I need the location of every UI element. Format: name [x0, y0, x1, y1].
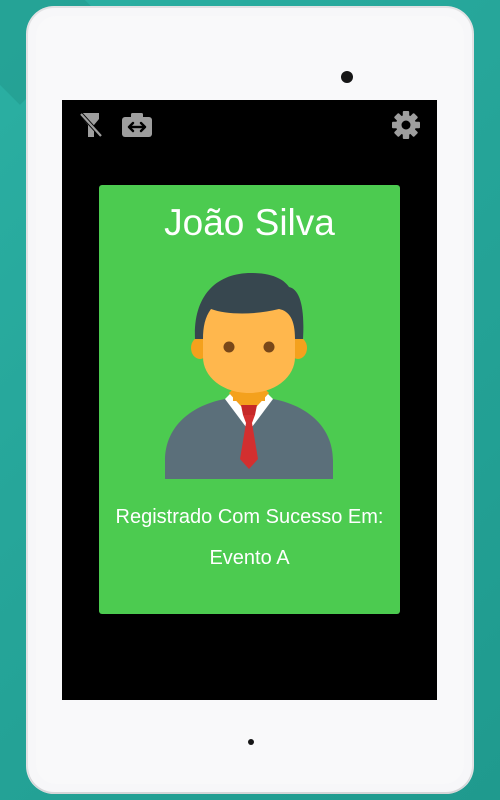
businessman-avatar-icon — [163, 265, 335, 479]
home-button[interactable] — [248, 739, 254, 745]
registration-success-card: João Silva Registrado Com Sucesso Em: Ev… — [99, 185, 400, 614]
registration-status-message: Registrado Com Sucesso Em: — [115, 506, 384, 528]
flash-off-icon[interactable] — [74, 110, 108, 140]
tablet-device: João Silva Registrado Com Sucesso Em: Ev… — [28, 8, 472, 792]
event-name: Evento A — [209, 547, 290, 569]
gear-icon[interactable] — [389, 110, 423, 140]
app-screen: João Silva Registrado Com Sucesso Em: Ev… — [62, 100, 437, 700]
switch-camera-icon[interactable] — [120, 110, 154, 140]
person-name: João Silva — [164, 202, 335, 243]
front-camera — [341, 71, 353, 83]
